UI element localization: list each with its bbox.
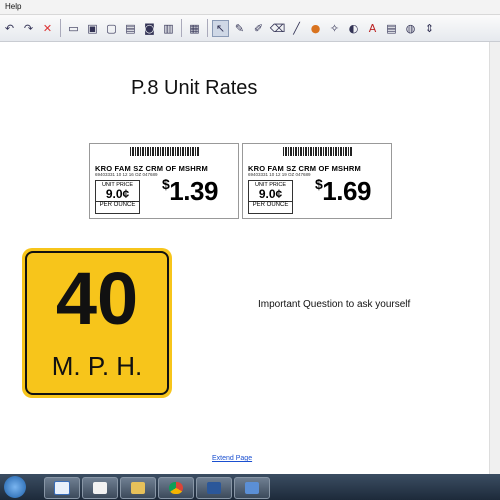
sign-unit: M. P. H. [51,351,143,381]
undo-icon[interactable]: ↶ [1,20,18,37]
label-subline: 69403331 10 12 19 OZ 047689 [248,172,311,177]
file-explorer-icon[interactable] [44,477,80,499]
display-icon[interactable]: ▣ [84,20,101,37]
shape-icon[interactable]: ● [307,20,324,37]
label-subline: 69403331 10 12 16 OZ 047689 [95,172,158,177]
unit-price-value: 9.0¢ [105,187,130,201]
delete-icon[interactable]: ✕ [39,20,56,37]
format-icon[interactable]: ▤ [383,20,400,37]
redo-icon[interactable]: ↷ [20,20,37,37]
start-button[interactable] [4,476,26,498]
unit-price-value: 9.0¢ [258,187,283,201]
display-area-icon[interactable]: ▢ [103,20,120,37]
page-title: P.8 Unit Rates [131,77,258,99]
chrome-icon[interactable] [158,477,194,499]
price-value: $1.39 [162,176,218,207]
text-icon[interactable]: A [364,20,381,37]
unit-price-footer: PER OUNCE [249,201,292,208]
properties-icon[interactable]: ◍ [402,20,419,37]
highlighter-icon[interactable]: ✐ [250,20,267,37]
price-amount: 1.39 [169,176,218,206]
price-amount: 1.69 [322,176,371,206]
menu-help[interactable]: Help [5,2,21,11]
price-label: KRO FAM SZ CRM OF MSHRM 69403331 10 12 1… [242,143,392,219]
question-text: Important Question to ask yourself [258,299,411,310]
screen-capture-icon[interactable]: ▭ [65,20,82,37]
window-capture-icon[interactable]: ▤ [122,20,139,37]
sign-speed-value: 40 [55,257,139,340]
table-icon[interactable]: ▦ [186,20,203,37]
unit-price-box: UNIT PRICE 9.0¢ PER OUNCE [248,180,293,214]
price-label: KRO FAM SZ CRM OF MSHRM 69403331 10 12 1… [89,143,239,219]
select-arrow-icon[interactable]: ↖ [212,19,229,37]
camera-icon[interactable]: ◙ [141,20,158,37]
magic-pen-icon[interactable]: ✧ [326,20,343,37]
eraser-icon[interactable]: ⌫ [269,20,286,37]
price-value: $1.69 [315,176,371,207]
notepad-icon[interactable] [82,477,118,499]
barcode-icon [130,147,200,156]
toolbar: ↶ ↷ ✕ ▭ ▣ ▢ ▤ ◙ ▥ ▦ ↖ ✎ ✐ ⌫ ╱ ● ✧ ◐ A ▤ … [0,15,500,42]
taskbar [0,474,500,500]
unit-price-box: UNIT PRICE 9.0¢ PER OUNCE [95,180,140,214]
unit-price-footer: PER OUNCE [96,201,139,208]
whiteboard-icon[interactable]: ▥ [160,20,177,37]
pen-icon[interactable]: ✎ [231,20,248,37]
more-icon[interactable]: ⇕ [421,20,438,37]
menu-bar: Help [0,0,500,15]
fill-icon[interactable]: ◐ [345,20,362,37]
smart-notebook-icon[interactable] [234,477,270,499]
line-icon[interactable]: ╱ [288,20,305,37]
windows-explorer-icon[interactable] [120,477,156,499]
speed-limit-sign: 40 M. P. H. [22,248,172,398]
vertical-scrollbar[interactable] [489,42,500,474]
word-icon[interactable] [196,477,232,499]
extend-page-link[interactable]: Extend Page [212,455,252,462]
barcode-icon [283,147,353,156]
